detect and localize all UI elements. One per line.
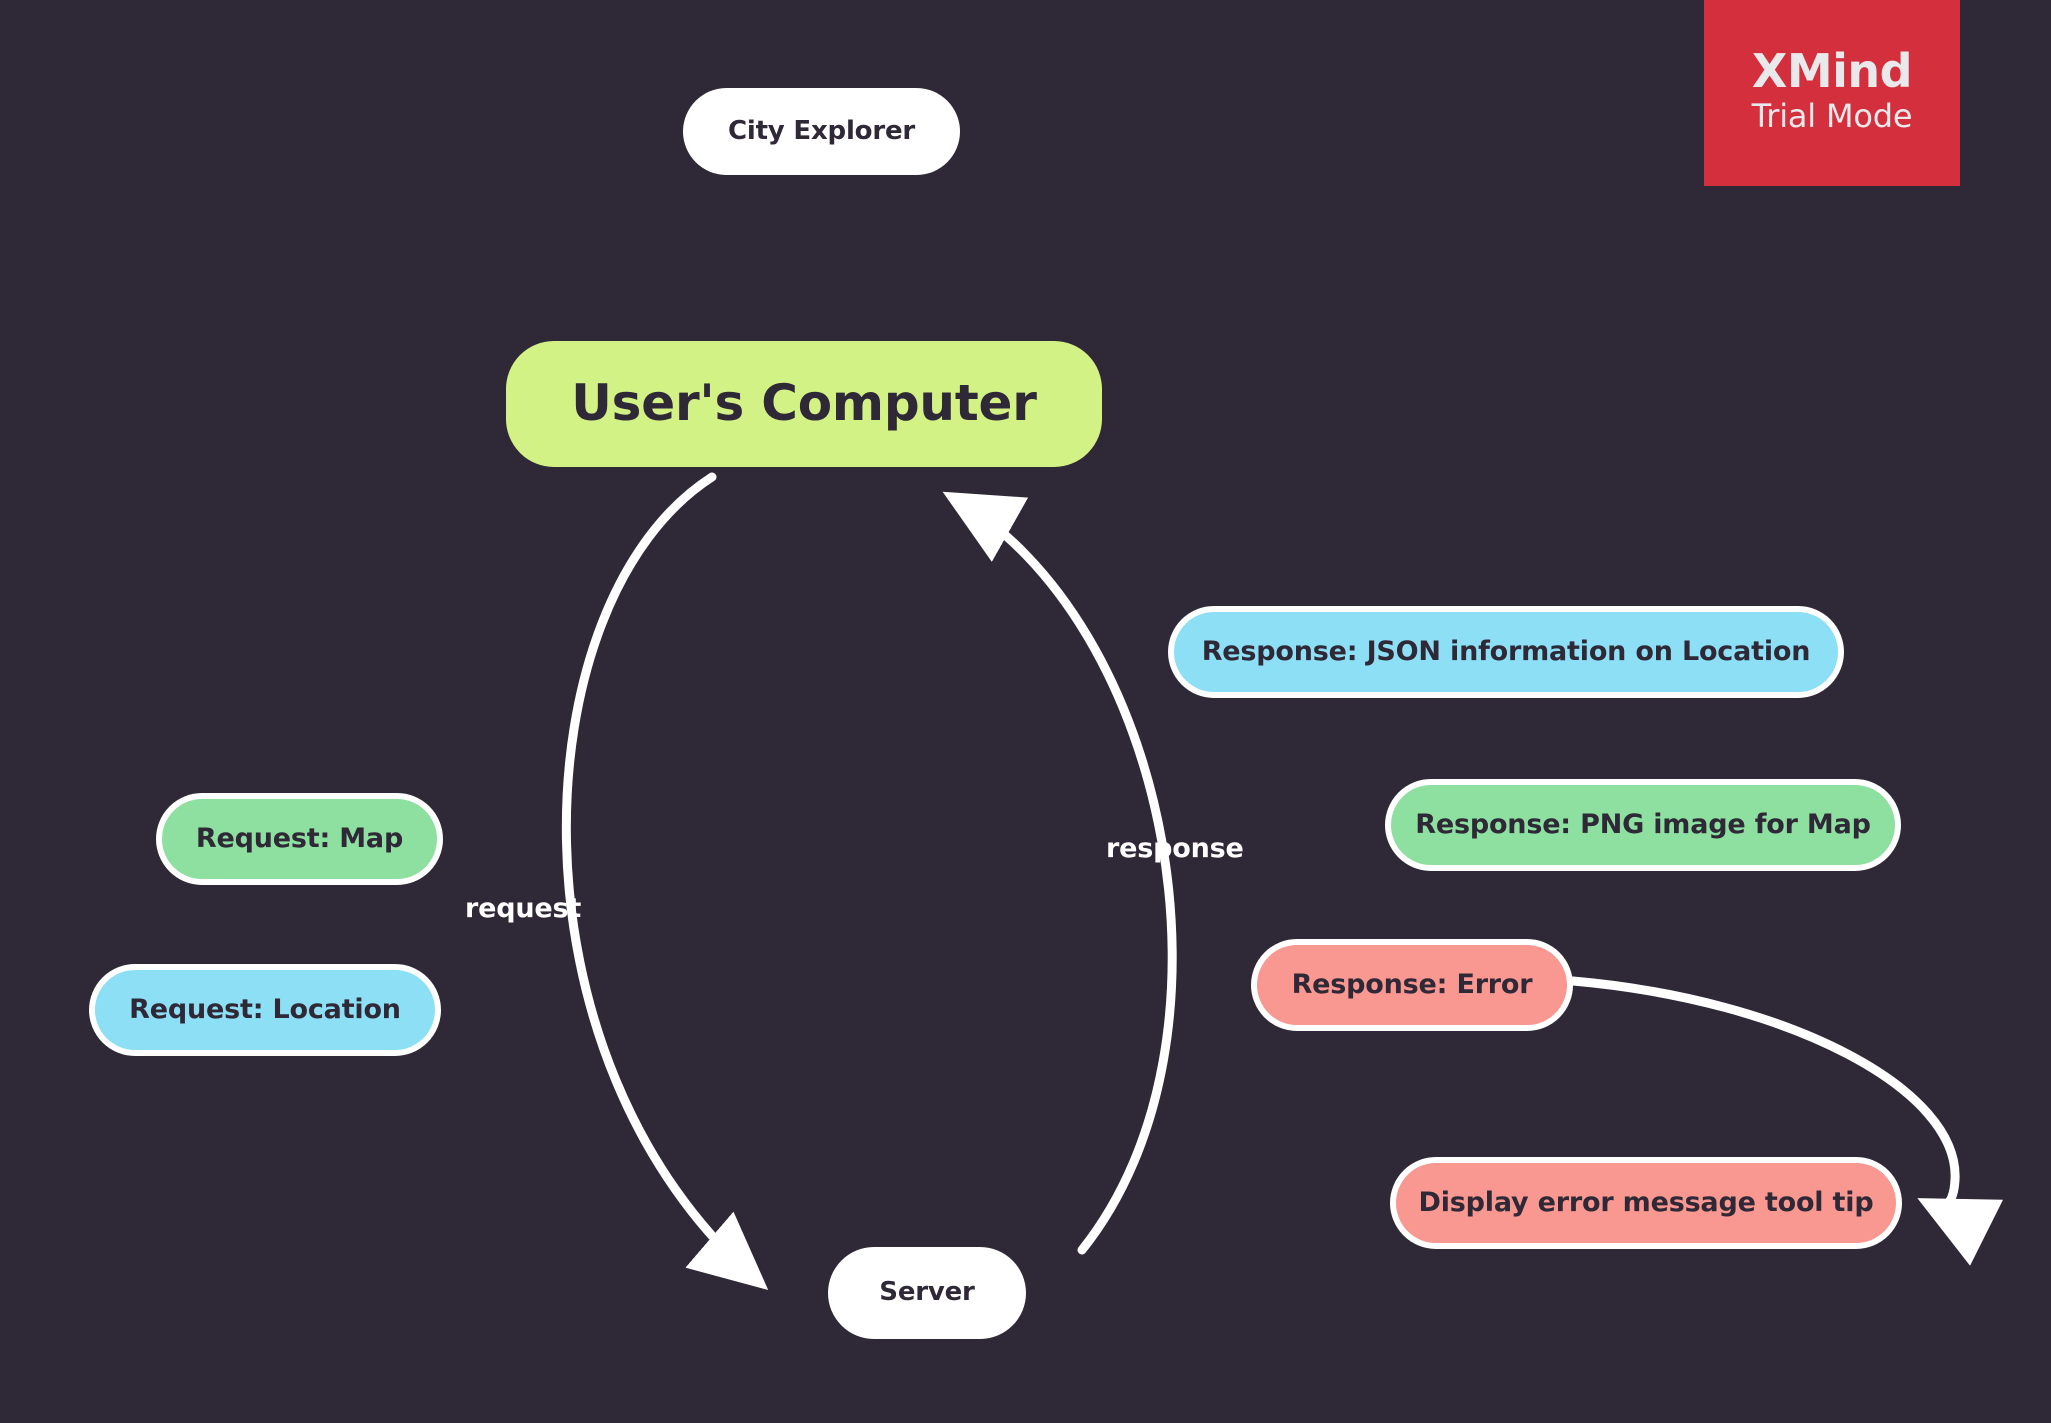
xmind-logo-text: XMind (1751, 44, 1913, 99)
xmind-trial-mode-text: Trial Mode (1751, 97, 1913, 136)
node-users-computer[interactable]: User's Computer (502, 337, 1106, 471)
node-request-map[interactable]: Request: Map (156, 793, 443, 885)
node-response-png[interactable]: Response: PNG image for Map (1385, 779, 1901, 871)
node-error-tooltip[interactable]: Display error message tool tip (1390, 1157, 1902, 1249)
node-city-explorer[interactable]: City Explorer (683, 88, 960, 175)
mindmap-canvas: request response City Explorer User's Co… (0, 0, 2051, 1423)
edge-response (942, 491, 1177, 1255)
node-server[interactable]: Server (828, 1247, 1026, 1339)
node-response-json[interactable]: Response: JSON information on Location (1168, 606, 1844, 698)
edge-label-request: request (465, 893, 582, 924)
node-request-location[interactable]: Request: Location (89, 964, 441, 1056)
xmind-trial-watermark: XMind Trial Mode (1704, 0, 1960, 186)
edge-request (561, 472, 769, 1291)
edge-label-response: response (1106, 833, 1244, 864)
node-response-error[interactable]: Response: Error (1251, 939, 1573, 1031)
